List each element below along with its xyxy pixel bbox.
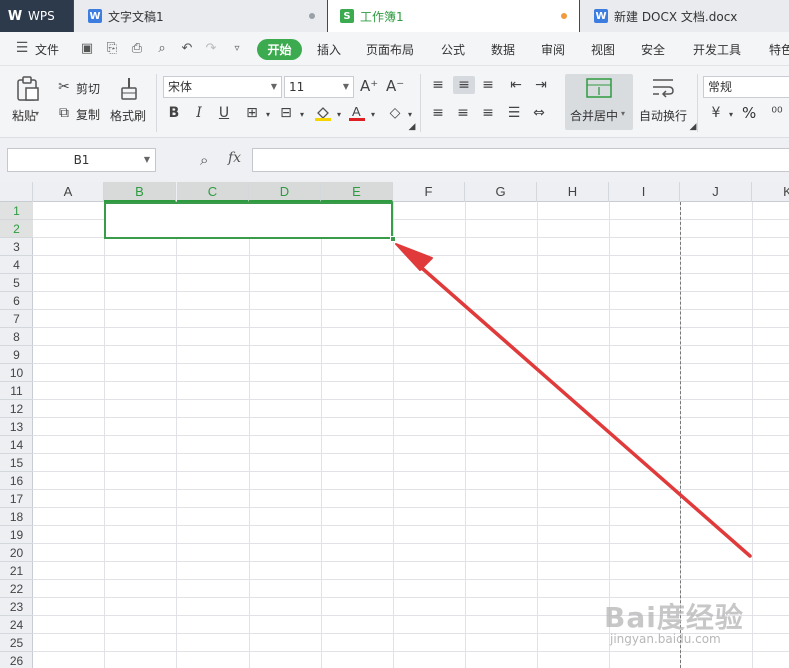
wps-spreadsheet-window: W WPS W 文字文稿1 S 工作簿1 W 新建 DOCX 文档.docx ☰… — [0, 0, 789, 668]
baidu-watermark: Bai度经验 — [604, 601, 744, 634]
annotation-arrow — [395, 243, 752, 558]
baidu-watermark-url: jingyan.baidu.com — [610, 632, 721, 646]
